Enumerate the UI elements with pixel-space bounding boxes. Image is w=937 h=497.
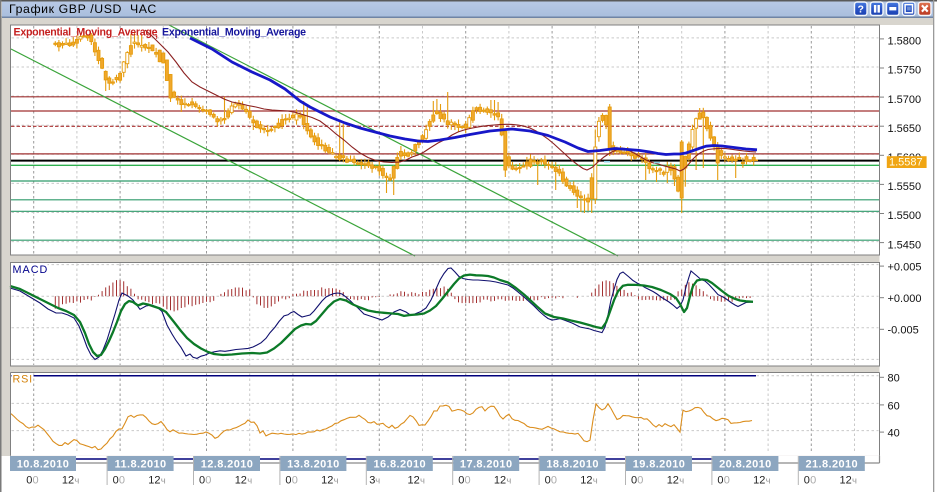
svg-text:ч: ч — [506, 476, 511, 487]
svg-text:0: 0 — [551, 475, 557, 487]
svg-text:0: 0 — [631, 475, 637, 487]
svg-text:0: 0 — [810, 475, 816, 487]
svg-text:+0.000: +0.000 — [888, 293, 922, 305]
svg-text:ч: ч — [247, 476, 252, 487]
svg-text:MACD: MACD — [13, 264, 49, 276]
svg-text:0: 0 — [119, 475, 125, 487]
svg-text:12: 12 — [494, 475, 506, 487]
svg-text:12: 12 — [408, 475, 420, 487]
svg-text:RSI: RSI — [13, 374, 33, 386]
svg-text:ч: ч — [334, 476, 339, 487]
svg-text:0: 0 — [804, 475, 810, 487]
svg-text:+0.005: +0.005 — [888, 262, 922, 274]
svg-text:60: 60 — [888, 400, 900, 412]
svg-text:12: 12 — [235, 475, 247, 487]
svg-text:1.5587: 1.5587 — [889, 157, 923, 169]
svg-text:0: 0 — [205, 475, 211, 487]
svg-text:10.8.2010: 10.8.2010 — [17, 459, 70, 471]
svg-text:20.8.2010: 20.8.2010 — [719, 459, 772, 471]
svg-text:0: 0 — [26, 475, 32, 487]
svg-text:13.8.2010: 13.8.2010 — [287, 459, 340, 471]
svg-text:Exponential_Moving_Average: Exponential_Moving_Average — [162, 27, 306, 39]
svg-text:0: 0 — [724, 475, 730, 487]
svg-text:12: 12 — [580, 475, 592, 487]
svg-text:40: 40 — [888, 428, 900, 440]
svg-text:0: 0 — [285, 475, 291, 487]
svg-text:1.5450: 1.5450 — [888, 239, 922, 251]
svg-text:0: 0 — [199, 475, 205, 487]
svg-text:12.8.2010: 12.8.2010 — [201, 459, 254, 471]
svg-text:0: 0 — [33, 475, 39, 487]
svg-text:12: 12 — [148, 475, 160, 487]
svg-text:17.8.2010: 17.8.2010 — [460, 459, 513, 471]
svg-text:12: 12 — [667, 475, 679, 487]
svg-text:0: 0 — [458, 475, 464, 487]
svg-text:График GBP /USD ЧАС: График GBP /USD ЧАС — [9, 2, 157, 16]
svg-text:Exponential_Moving_Average: Exponential_Moving_Average — [14, 27, 158, 39]
svg-text:,: , — [155, 28, 158, 40]
svg-text:-0.005: -0.005 — [888, 325, 919, 337]
svg-text:1.5700: 1.5700 — [888, 94, 922, 106]
svg-text:ч: ч — [375, 476, 380, 487]
svg-text:1.5750: 1.5750 — [888, 65, 922, 77]
svg-text:12: 12 — [62, 475, 74, 487]
svg-text:ч: ч — [766, 476, 771, 487]
svg-text:ч: ч — [679, 476, 684, 487]
svg-text:12: 12 — [840, 475, 852, 487]
svg-text:0: 0 — [113, 475, 119, 487]
svg-text:19.8.2010: 19.8.2010 — [633, 459, 686, 471]
svg-text:1.5650: 1.5650 — [888, 123, 922, 135]
svg-text:0: 0 — [292, 475, 298, 487]
svg-text:ч: ч — [420, 476, 425, 487]
svg-text:0: 0 — [637, 475, 643, 487]
svg-text:11.8.2010: 11.8.2010 — [115, 459, 167, 471]
svg-text:1.5550: 1.5550 — [888, 181, 922, 193]
svg-text:0: 0 — [717, 475, 723, 487]
svg-text:21.8.2010: 21.8.2010 — [806, 459, 859, 471]
svg-text:ч: ч — [74, 476, 79, 487]
svg-text:ч: ч — [852, 476, 857, 487]
svg-text:80: 80 — [888, 373, 900, 385]
svg-text:1.5500: 1.5500 — [888, 210, 922, 222]
svg-text:0: 0 — [545, 475, 551, 487]
svg-text:18.8.2010: 18.8.2010 — [546, 459, 599, 471]
svg-text:ч: ч — [161, 476, 166, 487]
svg-text:0: 0 — [465, 475, 471, 487]
svg-text:16.8.2010: 16.8.2010 — [374, 459, 427, 471]
svg-text:ч: ч — [593, 476, 598, 487]
svg-text:1.5800: 1.5800 — [888, 36, 922, 48]
svg-text:12: 12 — [753, 475, 765, 487]
svg-text:?: ? — [857, 4, 863, 16]
svg-text:12: 12 — [321, 475, 333, 487]
